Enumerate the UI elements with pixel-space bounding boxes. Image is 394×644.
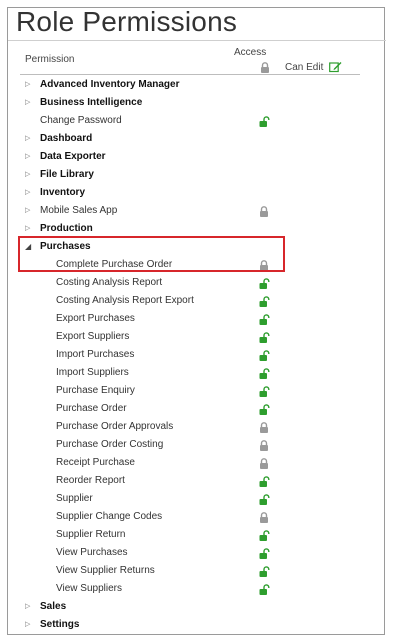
caret-right-icon[interactable]: ▷ xyxy=(25,184,33,202)
permission-label: Sales xyxy=(40,601,67,612)
caret-right-icon[interactable]: ▷ xyxy=(25,76,33,94)
tree-row[interactable]: ▷ Mobile Sales App xyxy=(0,202,394,220)
permission-label: Settings xyxy=(40,619,80,630)
tree-child-row[interactable]: Purchase Order Approvals xyxy=(0,418,394,436)
unlock-icon[interactable] xyxy=(259,386,270,397)
caret-right-icon[interactable]: ▷ xyxy=(25,616,33,634)
caret-right-icon[interactable]: ▷ xyxy=(25,598,33,616)
title-divider xyxy=(8,40,386,41)
permission-label: Purchase Order Approvals xyxy=(56,421,174,432)
unlock-icon[interactable] xyxy=(259,278,270,289)
permission-label: Supplier Return xyxy=(56,529,126,540)
tree-child-row[interactable]: Export Suppliers xyxy=(0,328,394,346)
caret-right-icon[interactable]: ▷ xyxy=(25,130,33,148)
tree-row[interactable]: ▷ Dashboard xyxy=(0,130,394,148)
unlock-icon[interactable] xyxy=(259,476,270,487)
unlock-icon[interactable] xyxy=(259,548,270,559)
tree-child-row[interactable]: View Purchases xyxy=(0,544,394,562)
tree-child-row[interactable]: Export Purchases xyxy=(0,310,394,328)
tree-child-row[interactable]: Costing Analysis Report xyxy=(0,274,394,292)
permission-label: Export Purchases xyxy=(56,313,135,324)
tree-row[interactable]: ▷ Data Exporter xyxy=(0,148,394,166)
permission-label: Export Suppliers xyxy=(56,331,130,342)
permission-label: Mobile Sales App xyxy=(40,205,118,216)
unlock-icon[interactable] xyxy=(259,332,270,343)
unlock-icon[interactable] xyxy=(259,530,270,541)
permission-label: View Suppliers xyxy=(56,583,122,594)
permission-label: Receipt Purchase xyxy=(56,457,135,468)
column-header-can-edit: Can Edit xyxy=(285,62,324,73)
permission-label: Data Exporter xyxy=(40,151,106,162)
tree-child-row[interactable]: Supplier Return xyxy=(0,526,394,544)
caret-right-icon[interactable]: ▷ xyxy=(25,202,33,220)
lock-icon[interactable] xyxy=(259,422,269,433)
tree-row[interactable]: ▷ Inventory xyxy=(0,184,394,202)
page-title: Role Permissions xyxy=(16,6,238,37)
unlock-icon[interactable] xyxy=(259,350,270,361)
unlock-icon[interactable] xyxy=(259,404,270,415)
tree-row[interactable]: ▷ Advanced Inventory Manager xyxy=(0,76,394,94)
permission-tree: ▷ Advanced Inventory Manager ▷ Business Int… xyxy=(0,76,394,634)
tree-row[interactable]: ▷ File Library xyxy=(0,166,394,184)
permission-label: Costing Analysis Report xyxy=(56,277,163,288)
tree-child-row[interactable]: Costing Analysis Report Export xyxy=(0,292,394,310)
tree-row[interactable]: ▷ Settings xyxy=(0,616,394,634)
lock-icon[interactable] xyxy=(259,512,269,523)
column-header-permission: Permission xyxy=(25,54,75,65)
permission-label: Import Purchases xyxy=(56,349,135,360)
tree-row[interactable]: ▷ Business Intelligence xyxy=(0,94,394,112)
caret-right-icon[interactable]: ▷ xyxy=(25,166,33,184)
tree-child-row[interactable]: Purchase Enquiry xyxy=(0,382,394,400)
caret-right-icon[interactable]: ▷ xyxy=(25,148,33,166)
tree-child-row[interactable]: Supplier xyxy=(0,490,394,508)
permission-label: View Supplier Returns xyxy=(56,565,155,576)
permission-label: Supplier xyxy=(56,493,93,504)
tree-child-row[interactable]: View Suppliers xyxy=(0,580,394,598)
lock-icon[interactable] xyxy=(259,206,269,217)
unlock-icon[interactable] xyxy=(259,296,270,307)
lock-icon[interactable] xyxy=(259,440,269,451)
permission-label: Purchase Order xyxy=(56,403,127,414)
permission-label: Purchase Enquiry xyxy=(56,385,135,396)
unlock-icon[interactable] xyxy=(259,584,270,595)
permission-label: Purchase Order Costing xyxy=(56,439,164,450)
lock-icon[interactable] xyxy=(259,458,269,469)
tree-child-row[interactable]: Import Suppliers xyxy=(0,364,394,382)
highlight-box xyxy=(18,236,285,272)
tree-child-row[interactable]: Import Purchases xyxy=(0,346,394,364)
tree-child-row[interactable]: Receipt Purchase xyxy=(0,454,394,472)
permission-label: Costing Analysis Report Export xyxy=(56,295,194,306)
unlock-icon[interactable] xyxy=(259,116,270,127)
permission-label: Business Intelligence xyxy=(40,97,143,108)
permission-label: Dashboard xyxy=(40,133,93,144)
tree-child-row[interactable]: Reorder Report xyxy=(0,472,394,490)
tree-child-row[interactable]: View Supplier Returns xyxy=(0,562,394,580)
unlock-icon[interactable] xyxy=(259,566,270,577)
tree-child-row[interactable]: Purchase Order xyxy=(0,400,394,418)
tree-child-row[interactable]: Purchase Order Costing xyxy=(0,436,394,454)
header-divider xyxy=(20,74,360,75)
permission-label: View Purchases xyxy=(56,547,128,558)
tree-row[interactable]: ▷ Sales xyxy=(0,598,394,616)
permission-label: Supplier Change Codes xyxy=(56,511,163,522)
permission-label: Reorder Report xyxy=(56,475,125,486)
permission-label: Inventory xyxy=(40,187,86,198)
caret-right-icon[interactable]: ▷ xyxy=(25,94,33,112)
tree-row[interactable]: Change Password xyxy=(0,112,394,130)
permission-label: Change Password xyxy=(40,115,122,126)
permission-label: Advanced Inventory Manager xyxy=(40,79,180,90)
permission-label: File Library xyxy=(40,169,94,180)
unlock-icon[interactable] xyxy=(259,368,270,379)
column-header-access: Access xyxy=(234,47,267,58)
unlock-icon[interactable] xyxy=(259,314,270,325)
tree-child-row[interactable]: Supplier Change Codes xyxy=(0,508,394,526)
unlock-icon[interactable] xyxy=(259,494,270,505)
permission-label: Import Suppliers xyxy=(56,367,129,378)
